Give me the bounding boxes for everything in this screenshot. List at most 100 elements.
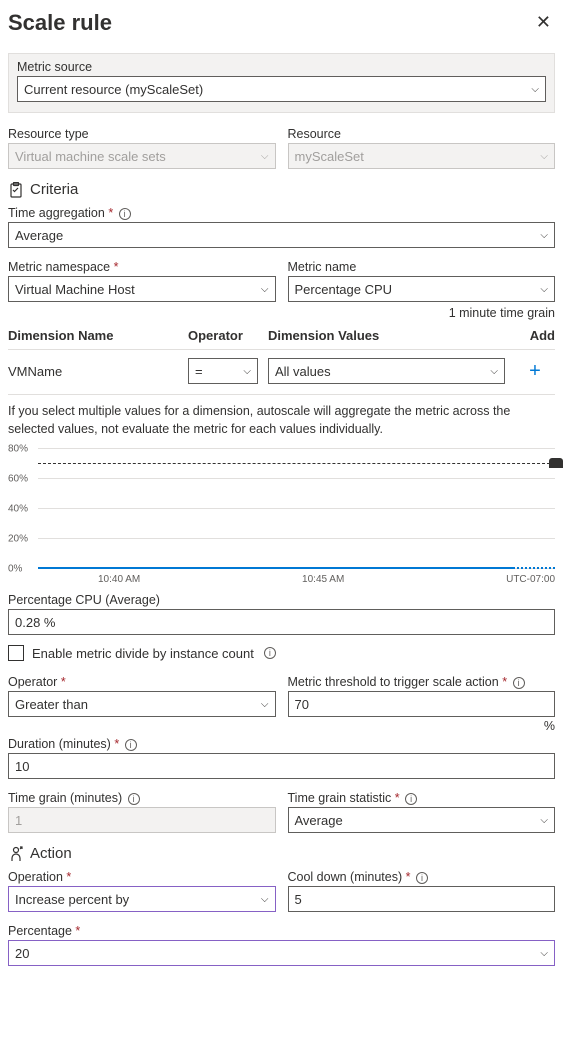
metric-source-value: Current resource (myScaleSet) xyxy=(24,82,203,97)
operator-select[interactable]: Greater than ⌵ xyxy=(8,691,276,717)
dimension-help-text: If you select multiple values for a dime… xyxy=(8,403,555,438)
chart-metric-value: 0.28 % xyxy=(15,615,55,630)
cooldown-label: Cool down (minutes) * i xyxy=(288,870,556,884)
criteria-title: Criteria xyxy=(30,181,78,198)
info-icon[interactable]: i xyxy=(119,208,131,220)
action-title: Action xyxy=(30,845,72,862)
chevron-down-icon: ⌵ xyxy=(540,815,548,826)
dimension-table-header: Dimension Name Operator Dimension Values… xyxy=(8,322,555,350)
metric-source-section: Metric source Current resource (myScaleS… xyxy=(8,53,555,113)
chevron-down-icon: ⌵ xyxy=(540,284,548,295)
namespace-value: Virtual Machine Host xyxy=(15,282,135,297)
dim-op-value: = xyxy=(195,364,203,379)
dim-val-select[interactable]: All values ⌵ xyxy=(268,358,505,384)
chart-current-marker xyxy=(549,458,563,468)
chart-tick-0: 0% xyxy=(8,564,22,575)
info-icon[interactable]: i xyxy=(405,793,417,805)
namespace-label: Metric namespace * xyxy=(8,260,276,274)
resource-select: myScaleSet ⌵ xyxy=(288,143,556,169)
time-grain-stat-label: Time grain statistic * i xyxy=(288,791,556,805)
threshold-suffix: % xyxy=(288,719,556,733)
divide-by-instance-label: Enable metric divide by instance count xyxy=(32,646,254,661)
criteria-heading: Criteria xyxy=(8,181,555,198)
info-icon[interactable]: i xyxy=(125,739,137,751)
metric-source-label: Metric source xyxy=(17,60,546,74)
metric-name-value: Percentage CPU xyxy=(295,282,393,297)
dimension-table-row: VMName = ⌵ All values ⌵ + xyxy=(8,350,555,395)
info-icon[interactable]: i xyxy=(264,647,276,659)
threshold-value: 70 xyxy=(295,697,309,712)
duration-value: 10 xyxy=(15,759,29,774)
time-agg-label: Time aggregation * i xyxy=(8,206,555,220)
panel-title: Scale rule xyxy=(8,10,112,36)
chart-series-forecast xyxy=(485,567,555,569)
dim-name-header: Dimension Name xyxy=(8,328,188,343)
chart-threshold-line xyxy=(38,463,555,464)
dim-add-header: Add xyxy=(515,328,555,343)
metric-name-select[interactable]: Percentage CPU ⌵ xyxy=(288,276,556,302)
chart-series-line xyxy=(38,567,515,569)
time-grain-stat-value: Average xyxy=(295,813,343,828)
chart-metric-value-field: 0.28 % xyxy=(8,609,555,635)
chevron-down-icon: ⌵ xyxy=(261,284,269,295)
cooldown-value: 5 xyxy=(295,892,302,907)
dim-name-cell: VMName xyxy=(8,364,188,379)
resource-type-value: Virtual machine scale sets xyxy=(15,149,166,164)
panel-header: Scale rule ✕ xyxy=(8,8,555,37)
dim-val-value: All values xyxy=(275,364,331,379)
chart-x-axis: 10:40 AM 10:45 AM UTC-07:00 xyxy=(38,574,555,585)
resource-value: myScaleSet xyxy=(295,149,364,164)
chevron-down-icon: ⌵ xyxy=(261,699,269,710)
duration-label: Duration (minutes) * i xyxy=(8,737,555,751)
time-grain-stat-select[interactable]: Average ⌵ xyxy=(288,807,556,833)
time-grain-min-label: Time grain (minutes) i xyxy=(8,791,276,805)
resource-type-label: Resource type xyxy=(8,127,276,141)
chart-xtick-0: 10:40 AM xyxy=(98,574,140,585)
chart-xtick-1: 10:45 AM xyxy=(302,574,344,585)
percentage-input[interactable]: 20 ⌵ xyxy=(8,940,555,966)
dim-val-header: Dimension Values xyxy=(268,328,515,343)
operation-label: Operation * xyxy=(8,870,276,884)
threshold-label: Metric threshold to trigger scale action… xyxy=(288,675,556,689)
duration-input[interactable]: 10 xyxy=(8,753,555,779)
chevron-down-icon: ⌵ xyxy=(540,151,548,162)
threshold-input[interactable]: 70 xyxy=(288,691,556,717)
action-heading: Action xyxy=(8,845,555,862)
namespace-select[interactable]: Virtual Machine Host ⌵ xyxy=(8,276,276,302)
metric-source-select[interactable]: Current resource (myScaleSet) ⌵ xyxy=(17,76,546,102)
percentage-label: Percentage * xyxy=(8,924,555,938)
chevron-down-icon: ⌵ xyxy=(243,366,251,377)
chart-tick-60: 60% xyxy=(8,474,28,485)
time-grain-min-value: 1 xyxy=(15,813,22,828)
resource-label: Resource xyxy=(288,127,556,141)
close-icon[interactable]: ✕ xyxy=(532,8,555,37)
clipboard-icon xyxy=(8,182,24,198)
metric-chart: 80% 60% 40% 20% 0% xyxy=(38,448,555,568)
percentage-value: 20 xyxy=(15,946,29,961)
operation-value: Increase percent by xyxy=(15,892,129,907)
chevron-down-icon: ⌵ xyxy=(540,948,548,959)
chart-timezone: UTC-07:00 xyxy=(506,574,555,585)
operation-select[interactable]: Increase percent by ⌵ xyxy=(8,886,276,912)
info-icon[interactable]: i xyxy=(128,793,140,805)
dim-op-header: Operator xyxy=(188,328,268,343)
info-icon[interactable]: i xyxy=(513,677,525,689)
info-icon[interactable]: i xyxy=(416,872,428,884)
chevron-down-icon: ⌵ xyxy=(261,151,269,162)
cooldown-input[interactable]: 5 xyxy=(288,886,556,912)
time-agg-value: Average xyxy=(15,228,63,243)
chevron-down-icon: ⌵ xyxy=(261,894,269,905)
operator-label: Operator * xyxy=(8,675,276,689)
chart-tick-80: 80% xyxy=(8,444,28,455)
divide-by-instance-checkbox[interactable] xyxy=(8,645,24,661)
action-icon xyxy=(8,846,24,862)
dim-op-select[interactable]: = ⌵ xyxy=(188,358,258,384)
chevron-down-icon: ⌵ xyxy=(490,366,498,377)
time-grain-note: 1 minute time grain xyxy=(8,306,555,320)
time-agg-select[interactable]: Average ⌵ xyxy=(8,222,555,248)
chart-tick-20: 20% xyxy=(8,534,28,545)
add-dimension-button[interactable]: + xyxy=(523,359,547,383)
resource-type-select: Virtual machine scale sets ⌵ xyxy=(8,143,276,169)
time-grain-min-input: 1 xyxy=(8,807,276,833)
metric-name-label: Metric name xyxy=(288,260,556,274)
